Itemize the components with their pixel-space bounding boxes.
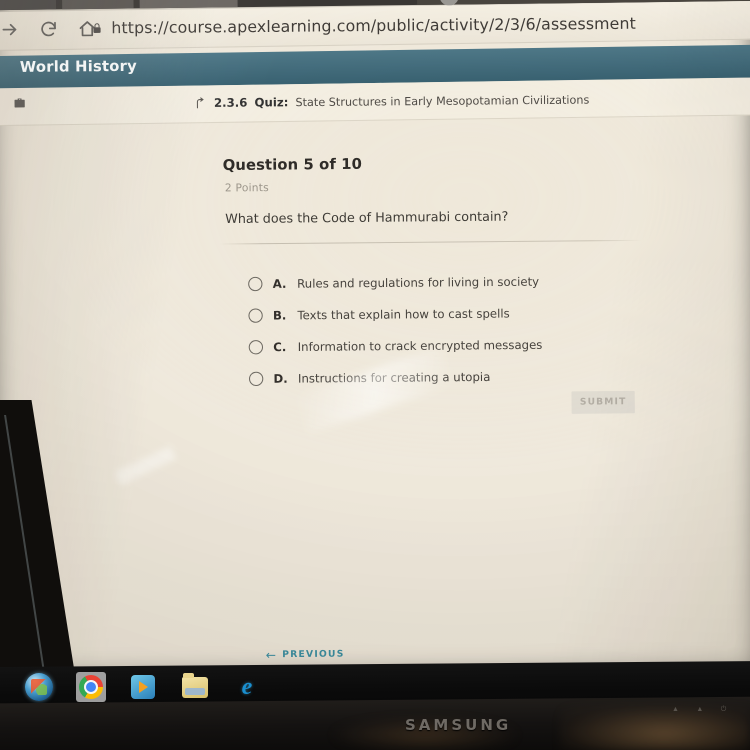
answer-options-list: A. Rules and regulations for living in s… — [248, 264, 657, 394]
question-heading: Question 5 of 10 — [222, 156, 363, 175]
taskbar-item-internet-explorer[interactable]: e — [232, 672, 262, 702]
radio-button-a[interactable] — [248, 276, 263, 291]
left-arrow-icon: ← — [265, 647, 278, 663]
radio-button-b[interactable] — [248, 307, 263, 323]
radio-button-c[interactable] — [248, 339, 264, 354]
answer-option-a[interactable]: A. Rules and regulations for living in s… — [248, 264, 656, 299]
monitor-menu-button[interactable]: ▲ — [672, 706, 679, 714]
up-level-arrow-icon[interactable] — [193, 96, 206, 109]
option-text: Texts that explain how to cast spells — [297, 305, 510, 322]
course-title: World History — [19, 58, 138, 76]
option-letter: A. — [272, 276, 287, 291]
taskbar-item-file-explorer[interactable] — [180, 672, 210, 702]
address-bar[interactable]: https://course.apexlearning.com/public/a… — [91, 12, 636, 39]
folder-icon — [182, 672, 208, 698]
breadcrumb-type: Quiz: — [254, 95, 289, 110]
monitor-power-button[interactable]: ⏻ — [721, 706, 727, 714]
option-letter: C. — [273, 339, 287, 354]
lock-icon — [91, 21, 103, 35]
option-text: Instructions for creating a utopia — [297, 369, 491, 386]
assessment-content: Question 5 of 10 2 Points What does the … — [0, 116, 750, 680]
screen-glare — [115, 445, 177, 486]
monitor-control-buttons[interactable]: ▲ ▲ ⏻ — [672, 706, 727, 714]
monitor-source-button[interactable]: ▲ — [696, 706, 703, 714]
answer-option-c[interactable]: C. Information to crack encrypted messag… — [248, 327, 657, 362]
photo-of-monitor: https://course.apexlearning.com/public/a… — [0, 0, 750, 750]
browser-tab-active[interactable] — [139, 0, 238, 9]
monitor-screen: https://course.apexlearning.com/public/a… — [0, 0, 750, 681]
taskbar-start-button[interactable] — [24, 672, 54, 702]
radio-button-d[interactable] — [248, 371, 264, 386]
browser-tab[interactable] — [62, 0, 134, 10]
previous-label: PREVIOUS — [282, 649, 345, 661]
question-points: 2 Points — [224, 181, 269, 195]
option-letter: B. — [272, 307, 287, 323]
browser-tab[interactable] — [0, 0, 57, 11]
taskbar-items: e — [24, 668, 262, 706]
internet-explorer-icon: e — [241, 674, 253, 700]
address-bar-url: https://course.apexlearning.com/public/a… — [111, 14, 636, 38]
taskbar-item-media-player[interactable] — [128, 672, 158, 702]
reload-icon[interactable] — [38, 18, 59, 39]
previous-button[interactable]: ← PREVIOUS — [265, 647, 345, 663]
briefcase-icon[interactable] — [12, 95, 27, 116]
breadcrumb-number: 2.3.6 — [213, 95, 248, 110]
browser-nav-buttons — [0, 10, 97, 48]
option-letter: D. — [273, 370, 288, 386]
windows-start-orb-icon — [25, 673, 53, 701]
content-divider — [219, 239, 642, 245]
chrome-icon — [79, 675, 103, 699]
answer-option-d[interactable]: D. Instructions for creating a utopia — [248, 359, 657, 394]
breadcrumb-title: State Structures in Early Mesopotamian C… — [295, 92, 590, 109]
forward-arrow-icon[interactable] — [0, 19, 20, 40]
option-text: Information to crack encrypted messages — [297, 337, 543, 354]
media-player-icon — [131, 675, 155, 699]
question-prompt: What does the Code of Hammurabi contain? — [225, 208, 509, 227]
monitor-brand-logo: SAMSUNG — [405, 716, 512, 734]
taskbar-item-chrome[interactable] — [76, 672, 106, 702]
submit-button[interactable]: SUBMIT — [571, 390, 635, 414]
option-text: Rules and regulations for living in soci… — [297, 273, 540, 291]
answer-option-b[interactable]: B. Texts that explain how to cast spells — [248, 296, 656, 331]
